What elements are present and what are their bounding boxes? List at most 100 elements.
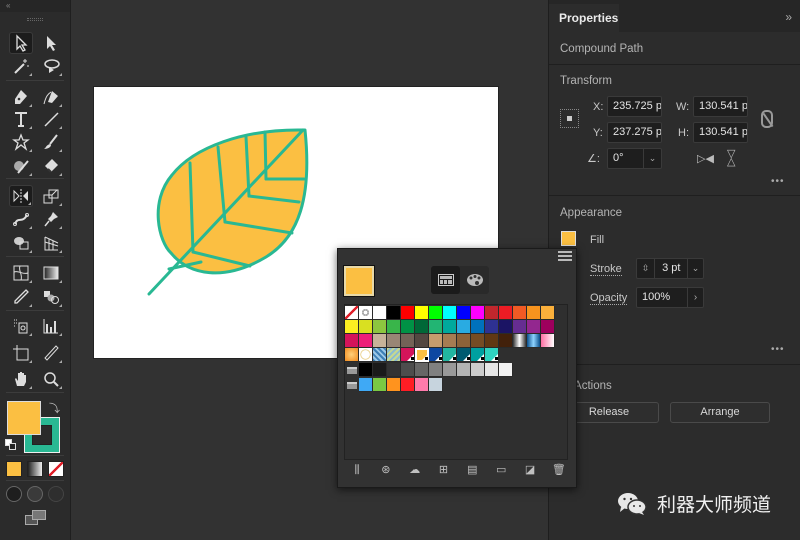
swatch[interactable] [471,320,485,334]
swatch[interactable] [499,320,513,334]
shaper-tool[interactable] [9,155,33,177]
opacity-label[interactable]: Opacity [590,292,628,305]
type-tool[interactable] [9,108,33,130]
constrain-proportions-icon[interactable] [761,110,774,128]
selection-tool[interactable] [9,32,33,54]
swatch[interactable] [429,348,443,362]
swatch[interactable] [345,334,359,348]
draw-behind-button[interactable] [27,486,43,502]
opacity-expand-icon[interactable]: › [687,288,703,307]
column-graph-tool[interactable] [39,315,63,337]
stroke-weight-input[interactable]: ⇳ 3 pt ⌄ [636,258,704,279]
paintbrush-tool[interactable] [39,131,63,153]
swatch[interactable] [401,348,415,362]
h-input[interactable]: 130.541 p [693,122,748,143]
swatch[interactable] [443,363,457,377]
swatch[interactable] [387,378,401,392]
direct-selection-tool[interactable] [39,32,63,54]
zoom-tool[interactable] [39,368,63,390]
stroke-stepper-icon[interactable]: ⇳ [637,259,655,278]
stroke-dropdown-icon[interactable]: ⌄ [687,259,703,278]
swatch[interactable] [373,378,387,392]
pattern-map-swatch[interactable] [387,348,401,362]
puppet-warp-tool[interactable] [9,208,33,230]
swatch[interactable] [429,334,443,348]
appearance-fill-swatch[interactable] [561,231,576,246]
swatch[interactable] [457,348,471,362]
swatch[interactable] [401,363,415,377]
swatch[interactable] [513,320,527,334]
blend-tool[interactable] [39,286,63,308]
x-input[interactable]: 235.725 p [607,96,662,117]
swatch[interactable] [359,378,373,392]
curvature-tool[interactable] [39,86,63,108]
symbol-sprayer-tool[interactable] [9,315,33,337]
pen-tool[interactable] [9,86,33,108]
swap-fill-stroke-icon[interactable]: ⤵ [49,400,60,416]
lasso-tool[interactable] [39,55,63,77]
swatch[interactable] [373,306,387,320]
swatch[interactable] [457,334,471,348]
draw-inside-button[interactable] [48,486,64,502]
color-mixer-tab[interactable] [460,266,489,294]
none-swatch[interactable] [345,306,359,320]
selected-swatch[interactable] [415,348,429,362]
swatch[interactable] [373,320,387,334]
swatch[interactable] [485,363,499,377]
swatch[interactable] [401,334,415,348]
registration-swatch[interactable] [359,306,373,320]
swatch[interactable] [499,334,513,348]
scale-tool[interactable] [39,185,63,207]
star-tool[interactable] [9,131,33,153]
swatch[interactable] [443,348,457,362]
swatch[interactable] [443,306,457,320]
pattern-orange-swatch[interactable] [345,348,359,362]
swatch[interactable] [471,348,485,362]
gradient-gray-swatch[interactable] [513,334,527,348]
swatch[interactable] [513,306,527,320]
color-group-folder-icon[interactable] [345,378,359,392]
swatch[interactable] [499,306,513,320]
mesh-tool[interactable] [9,262,33,284]
swatch[interactable] [359,363,373,377]
fill-label[interactable]: Fill [590,234,604,246]
swatch[interactable] [345,320,359,334]
swatch[interactable] [359,334,373,348]
screen-mode-button[interactable] [25,510,47,526]
pattern-circle-swatch[interactable] [359,348,373,362]
arrange-button[interactable]: Arrange [670,402,770,423]
swatch[interactable] [373,334,387,348]
toolbar-drag-grip[interactable] [27,18,43,21]
swatch[interactable] [471,363,485,377]
tab-properties[interactable]: Properties [549,4,619,32]
flip-vertical-icon[interactable]: ▽ △ [727,149,735,168]
cloud-library-icon[interactable]: ☁ [406,463,424,477]
opacity-input[interactable]: 100% › [636,287,704,308]
swatch-options-icon[interactable]: ▤ [463,463,481,477]
swatches-tab[interactable] [431,266,460,294]
swatch[interactable] [387,306,401,320]
swatch[interactable] [415,378,429,392]
pin-tool[interactable] [39,208,63,230]
gradient-tool[interactable] [39,262,63,284]
swatch[interactable] [359,320,373,334]
swatch[interactable] [443,320,457,334]
reflect-tool[interactable] [9,185,33,207]
panel-collapse-button[interactable]: » [785,10,792,24]
swatch[interactable] [485,348,499,362]
swatch[interactable] [471,334,485,348]
swatch[interactable] [429,320,443,334]
color-group-folder-icon[interactable] [345,363,359,377]
swatch[interactable] [499,363,513,377]
none-mode-button[interactable] [48,461,64,477]
delete-swatch-icon[interactable]: 🗑 [550,463,568,477]
hand-tool[interactable] [9,368,33,390]
w-input[interactable]: 130.541 p [693,96,748,117]
swatch[interactable] [457,363,471,377]
color-mode-button[interactable] [6,461,22,477]
artboard-tool[interactable] [9,342,33,364]
swatches-menu-icon[interactable] [558,251,572,263]
angle-dropdown-icon[interactable]: ⌄ [643,149,661,168]
swatch[interactable] [443,334,457,348]
toolbar-collapse-button[interactable]: « [0,0,70,12]
